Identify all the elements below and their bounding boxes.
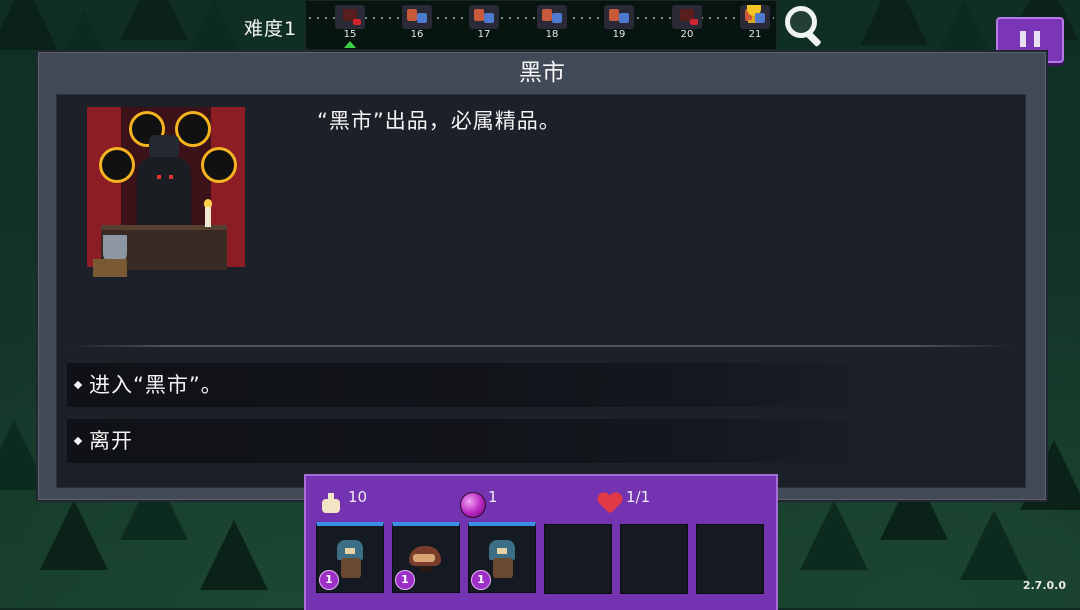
team-inventory-panel: 10 1 1/1 1 1 1: [304, 474, 778, 610]
enemy-group-icon: [402, 5, 432, 29]
candle-icon: [205, 207, 211, 227]
stage-node-20: 20: [670, 5, 704, 45]
stage-number: 20: [680, 29, 694, 40]
enemy-group-icon: [604, 5, 634, 29]
version-label: 2.7.0.0: [1022, 579, 1066, 592]
boss-enemy-icon: [335, 5, 365, 29]
stage-number: 18: [545, 29, 559, 40]
team-slot-4-empty[interactable]: [544, 524, 612, 594]
enter-black-market-option[interactable]: 进入“黑市”。: [67, 363, 913, 407]
current-stage-marker-icon: [344, 41, 356, 48]
event-description: “黑市”出品，必属精品。: [317, 109, 561, 133]
team-slot-1[interactable]: 1: [316, 522, 384, 593]
stage-number: 19: [612, 29, 626, 40]
claw-icon: [99, 147, 135, 183]
bomb-icon: [175, 111, 211, 147]
boss-enemy-icon: [672, 5, 702, 29]
bullet-icon: [73, 380, 83, 390]
level-badge: 1: [395, 570, 415, 590]
stage-node-21: 21: [738, 5, 772, 45]
stage-number: 15: [343, 29, 357, 40]
bullet-icon: [73, 436, 83, 446]
trophy-icon: [740, 5, 770, 29]
team-slot-3[interactable]: 1: [468, 522, 536, 593]
black-market-merchant-illustration: [87, 107, 245, 287]
leave-option[interactable]: 离开: [67, 419, 913, 463]
difficulty-label: 难度1: [244, 18, 298, 40]
enemy-group-icon: [537, 5, 567, 29]
team-slot-5-empty[interactable]: [620, 524, 688, 594]
option-label: 进入“黑市”。: [89, 373, 223, 397]
heart-icon: [598, 493, 622, 515]
stage-node-19: 19: [602, 5, 636, 45]
event-dialog: 黑市 “黑市”出品，必属精品。 进入“黑市”。 离开: [36, 50, 1048, 502]
enemy-group-icon: [469, 5, 499, 29]
level-badge: 1: [471, 570, 491, 590]
health-counter: 1/1: [306, 484, 666, 510]
team-slot-2[interactable]: 1: [392, 522, 460, 593]
stage-number: 16: [410, 29, 424, 40]
option-label: 离开: [89, 429, 133, 453]
stage-node-17: 17: [467, 5, 501, 45]
dialog-title: 黑市: [519, 60, 565, 86]
divider: [69, 345, 1013, 347]
stage-node-15: 15: [333, 5, 367, 48]
health-value: 1/1: [626, 488, 651, 506]
stage-number: 21: [748, 29, 762, 40]
stage-node-18: 18: [535, 5, 569, 45]
search-icon[interactable]: [785, 6, 823, 48]
stage-node-16: 16: [400, 5, 434, 45]
stage-progress-bar: 难度1 15 16 17 18 19 20 21: [0, 0, 1080, 50]
shadow-icon: [201, 147, 237, 183]
pause-icon: [1020, 31, 1026, 47]
dialog-body: “黑市”出品，必属精品。 进入“黑市”。 离开: [56, 94, 1026, 488]
level-badge: 1: [319, 570, 339, 590]
team-slot-6-empty[interactable]: [696, 524, 764, 594]
stage-number: 17: [477, 29, 491, 40]
